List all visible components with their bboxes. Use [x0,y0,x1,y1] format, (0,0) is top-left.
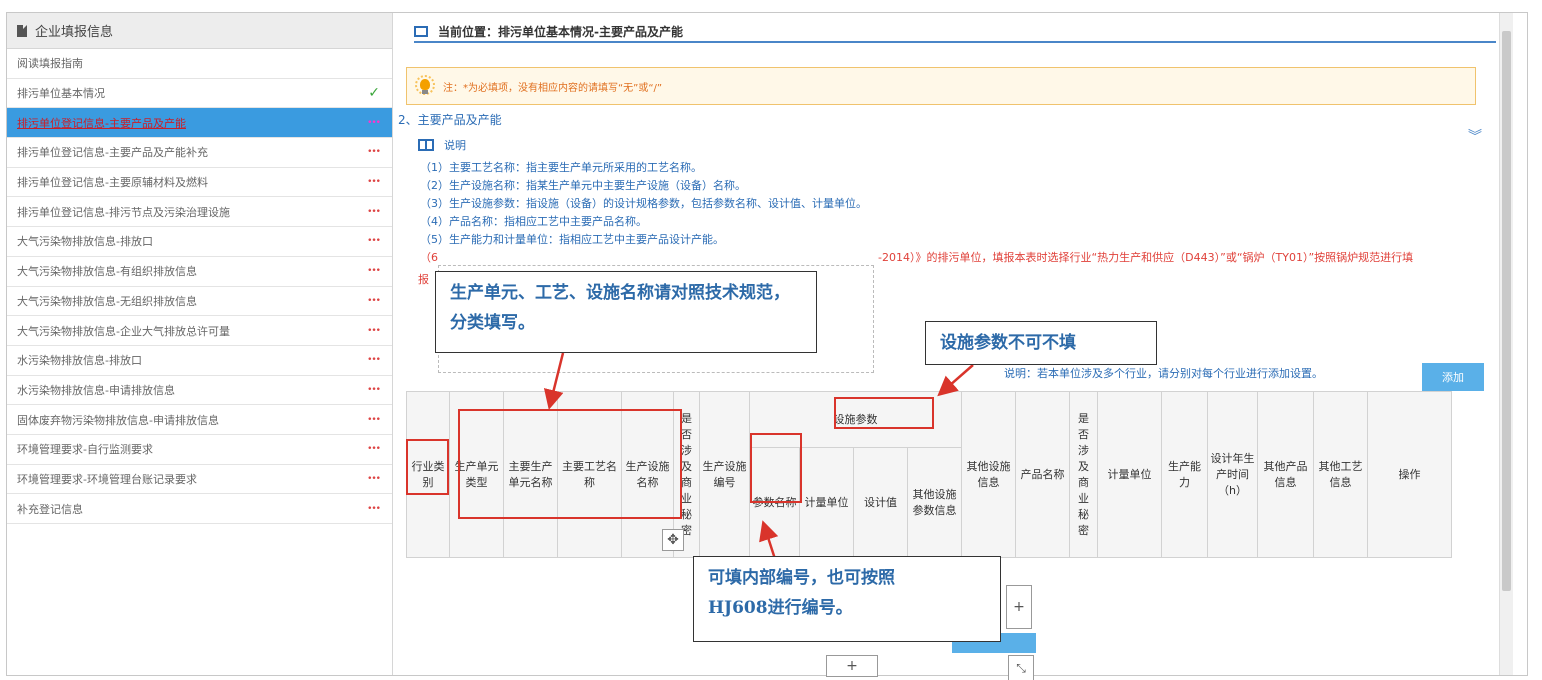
arrow-to-names [543,352,565,410]
callout-params-text: 设施参数不可不填 [940,333,1076,353]
callout-params: 设施参数不可不填 [925,321,1157,365]
callout-naming: 生产单元、工艺、设施名称请对照技术规范，分类填写。 [435,271,817,353]
arrow-to-facility-no [759,520,779,560]
arrow-to-params [937,364,974,397]
callout-numbering-line-1: 可填内部编号，也可按照 [708,568,895,588]
callout-numbering-line-2: HJ608进行编号。 [708,598,853,618]
callout-numbering: 可填内部编号，也可按照 HJ608进行编号。 [693,556,1001,642]
callout-naming-text: 生产单元、工艺、设施名称请对照技术规范，分类填写。 [450,283,790,333]
app-frame: 企业填报信息 阅读填报指南 排污单位基本情况 ✓ 排污单位登记信息-主要产品及产能 ••… [6,12,1528,680]
